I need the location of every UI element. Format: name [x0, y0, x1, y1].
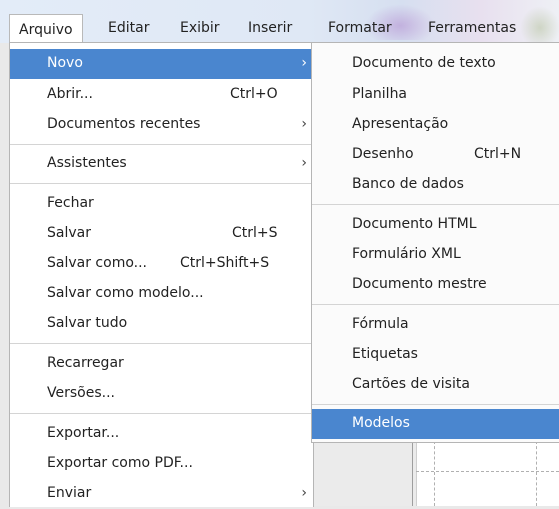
shortcut-label: Ctrl+Shift+S	[180, 255, 270, 271]
menu-item-label: Apresentação	[352, 116, 449, 132]
menu-arquivo[interactable]: Arquivo	[9, 14, 83, 43]
menu-item-label: Exportar...	[47, 425, 120, 441]
menu-item-label: Banco de dados	[352, 176, 464, 192]
divider	[412, 441, 413, 506]
menu-item-label: Etiquetas	[352, 346, 418, 362]
menu-item-exportar-pdf[interactable]: Exportar como PDF...	[10, 449, 313, 479]
menu-item-label: Fechar	[47, 195, 94, 211]
submenu-item-banco-dados[interactable]: Banco de dados	[312, 170, 559, 200]
guide-line	[416, 471, 559, 472]
menu-item-label: Formulário XML	[352, 246, 461, 262]
chevron-right-icon: ›	[301, 155, 307, 171]
chevron-right-icon: ›	[301, 116, 307, 132]
menu-separator	[312, 304, 559, 305]
novo-submenu: Documento de texto Planilha Apresentação…	[311, 42, 559, 443]
submenu-item-planilha[interactable]: Planilha	[312, 80, 559, 110]
chevron-right-icon: ›	[301, 485, 307, 501]
menu-item-salvar-como-modelo[interactable]: Salvar como modelo...	[10, 279, 313, 309]
menu-item-recarregar[interactable]: Recarregar	[10, 349, 313, 379]
menu-formatar[interactable]: Formatar	[328, 17, 392, 39]
menu-separator	[312, 404, 559, 405]
background-decoration	[520, 6, 559, 42]
menu-bar: Arquivo Editar Exibir Inserir Formatar F…	[0, 0, 559, 43]
menu-item-label: Fórmula	[352, 316, 409, 332]
shortcut-label: Ctrl+N	[474, 146, 522, 162]
menu-item-label: Cartões de visita	[352, 376, 470, 392]
menu-item-label: Recarregar	[47, 355, 124, 371]
menu-item-label: Versões...	[47, 385, 115, 401]
menu-item-label: Documento de texto	[352, 55, 496, 71]
submenu-item-etiquetas[interactable]: Etiquetas	[312, 340, 559, 370]
guide-line	[434, 441, 435, 506]
submenu-item-formula[interactable]: Fórmula	[312, 310, 559, 340]
menu-item-label: Salvar	[47, 225, 91, 241]
menu-exibir[interactable]: Exibir	[180, 17, 220, 39]
chevron-right-icon: ›	[301, 55, 307, 71]
menu-item-label: Modelos	[352, 415, 410, 431]
menu-separator	[312, 204, 559, 205]
menu-item-label: Abrir...	[47, 86, 93, 102]
shortcut-label: Ctrl+O	[230, 86, 278, 102]
menu-separator	[10, 183, 313, 184]
menu-item-label: Salvar como modelo...	[47, 285, 204, 301]
menu-ferramentas[interactable]: Ferramentas	[428, 17, 516, 39]
menu-item-label: Planilha	[352, 86, 408, 102]
menu-item-documentos-recentes[interactable]: Documentos recentes ›	[10, 110, 313, 140]
menu-item-label: Salvar como...	[47, 255, 147, 271]
menu-item-label: Exportar como PDF...	[47, 455, 193, 471]
menu-item-salvar-como[interactable]: Salvar como... Ctrl+Shift+S	[10, 249, 313, 279]
document-page	[416, 441, 559, 506]
menu-item-label: Assistentes	[47, 155, 127, 171]
menu-item-label: Documento HTML	[352, 216, 477, 232]
menu-separator	[10, 413, 313, 414]
menu-item-label: Salvar tudo	[47, 315, 128, 331]
shortcut-label: Ctrl+S	[232, 225, 278, 241]
menu-separator	[10, 144, 313, 145]
submenu-item-documento-html[interactable]: Documento HTML	[312, 210, 559, 240]
menu-item-fechar[interactable]: Fechar	[10, 189, 313, 219]
submenu-item-documento-texto[interactable]: Documento de texto	[312, 49, 559, 79]
menu-item-novo[interactable]: Novo ›	[10, 49, 313, 79]
submenu-item-formulario-xml[interactable]: Formulário XML	[312, 240, 559, 270]
menu-item-abrir[interactable]: Abrir... Ctrl+O	[10, 80, 313, 110]
guide-line	[536, 441, 537, 506]
submenu-item-apresentacao[interactable]: Apresentação	[312, 110, 559, 140]
document-background	[312, 441, 559, 506]
menu-item-salvar[interactable]: Salvar Ctrl+S	[10, 219, 313, 249]
menu-item-exportar[interactable]: Exportar...	[10, 419, 313, 449]
menu-item-label: Novo	[47, 55, 83, 71]
menu-item-label: Documento mestre	[352, 276, 487, 292]
submenu-item-cartoes-visita[interactable]: Cartões de visita	[312, 370, 559, 400]
menu-item-versoes[interactable]: Versões...	[10, 379, 313, 409]
arquivo-menu: Novo › Abrir... Ctrl+O Documentos recent…	[9, 42, 314, 507]
menu-inserir[interactable]: Inserir	[248, 17, 292, 39]
submenu-item-documento-mestre[interactable]: Documento mestre	[312, 270, 559, 300]
menu-editar[interactable]: Editar	[108, 17, 149, 39]
menu-item-label: Enviar	[47, 485, 92, 501]
submenu-item-modelos[interactable]: Modelos	[312, 409, 559, 439]
menu-item-salvar-tudo[interactable]: Salvar tudo	[10, 309, 313, 339]
menu-item-label: Desenho	[352, 146, 414, 162]
menu-item-label: Documentos recentes	[47, 116, 201, 132]
menu-separator	[10, 343, 313, 344]
submenu-item-desenho[interactable]: Desenho Ctrl+N	[312, 140, 559, 170]
menu-item-enviar[interactable]: Enviar ›	[10, 479, 313, 509]
menu-item-assistentes[interactable]: Assistentes ›	[10, 149, 313, 179]
